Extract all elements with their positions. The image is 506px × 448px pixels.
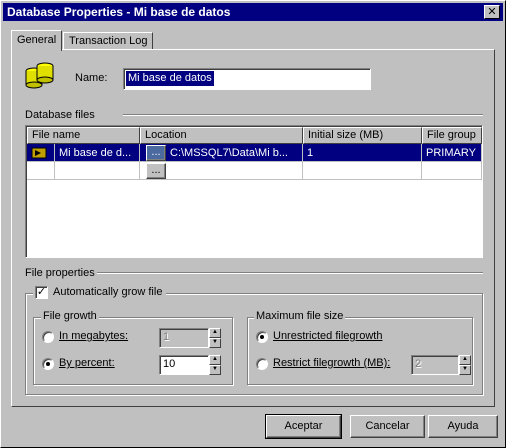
name-input[interactable]: Mi base de datos [123, 68, 371, 90]
tab-transaction-log-label: Transaction Log [69, 35, 148, 47]
restrict-up-icon[interactable]: ▲ [459, 355, 471, 365]
close-icon: ✕ [487, 6, 497, 18]
database-icon [25, 62, 54, 89]
name-label: Name: [75, 72, 108, 84]
ok-button[interactable]: Aceptar [265, 414, 342, 439]
by-percent-label: By percent: [59, 357, 115, 369]
row-indicator-empty [27, 162, 55, 180]
file-properties-label: File properties [25, 267, 95, 279]
tab-transaction-log[interactable]: Transaction Log [63, 32, 154, 49]
title-bar[interactable]: Database Properties - Mi base de datos ✕ [3, 3, 503, 21]
database-files-divider [123, 114, 483, 116]
file-properties-divider [97, 272, 483, 274]
cancel-button[interactable]: Cancelar [350, 415, 425, 438]
tab-general-label: General [17, 34, 57, 46]
auto-grow-checkbox-row[interactable]: ✓ Automatically grow file [33, 286, 167, 300]
browse-button[interactable]: ... [146, 145, 166, 161]
restrict-down-icon[interactable]: ▼ [459, 365, 471, 375]
dialog-window: Database Properties - Mi base de datos ✕… [0, 0, 506, 448]
column-header-initial-size[interactable]: Initial size (MB) [303, 127, 422, 144]
in-megabytes-label: In megabytes: [59, 330, 129, 342]
table-row-initial-size[interactable]: 1 [303, 144, 422, 162]
location-text: C:\MSSQL7\Data\Mi b... [170, 147, 288, 159]
column-header-location[interactable]: Location [140, 127, 303, 144]
restrict-radio[interactable] [256, 358, 268, 370]
auto-grow-checkbox[interactable]: ✓ [35, 286, 48, 299]
in-megabytes-radio[interactable] [42, 331, 54, 343]
megabytes-spinner[interactable]: ▲ ▼ [209, 328, 221, 348]
max-size-label: Maximum file size [254, 310, 346, 322]
table-row-file-name[interactable]: Mi base de d... [55, 144, 140, 162]
megabytes-up-icon[interactable]: ▲ [209, 328, 221, 338]
percent-input[interactable]: 10 [159, 355, 209, 375]
percent-up-icon[interactable]: ▲ [209, 355, 221, 365]
column-header-file-name[interactable]: File name [27, 127, 140, 144]
table-row-initial-size-empty[interactable] [303, 162, 422, 180]
table-row-location[interactable]: ... C:\MSSQL7\Data\Mi b... [140, 144, 303, 162]
file-growth-label: File growth [41, 310, 99, 322]
table-row-location-empty[interactable]: ... [140, 162, 303, 180]
table-row-file-group[interactable]: PRIMARY [422, 144, 482, 162]
browse-button-empty[interactable]: ... [146, 163, 166, 179]
unrestricted-radio[interactable] [256, 331, 268, 343]
close-button[interactable]: ✕ [484, 5, 500, 19]
help-button[interactable]: Ayuda [428, 415, 498, 438]
table-row-file-name-empty[interactable] [55, 162, 140, 180]
column-header-file-group[interactable]: File group [422, 127, 482, 144]
restrict-label: Restrict filegrowth (MB): [273, 357, 391, 369]
database-files-label: Database files [25, 109, 95, 121]
megabytes-input[interactable]: 1 [159, 328, 209, 348]
unrestricted-label: Unrestricted filegrowth [273, 330, 383, 342]
name-input-value: Mi base de datos [126, 71, 214, 86]
percent-spinner[interactable]: ▲ ▼ [209, 355, 221, 375]
megabytes-down-icon[interactable]: ▼ [209, 338, 221, 348]
restrict-spinner[interactable]: ▲ ▼ [459, 355, 471, 375]
table-row-file-group-empty[interactable] [422, 162, 482, 180]
database-files-grid[interactable]: File name Location Initial size (MB) Fil… [25, 125, 483, 258]
tab-general[interactable]: General [11, 30, 63, 51]
percent-down-icon[interactable]: ▼ [209, 365, 221, 375]
window-title: Database Properties - Mi base de datos [7, 5, 231, 19]
by-percent-radio[interactable] [42, 358, 54, 370]
auto-grow-label: Automatically grow file [53, 286, 163, 298]
restrict-input[interactable]: 2 [411, 355, 459, 375]
row-indicator-icon [27, 144, 55, 162]
